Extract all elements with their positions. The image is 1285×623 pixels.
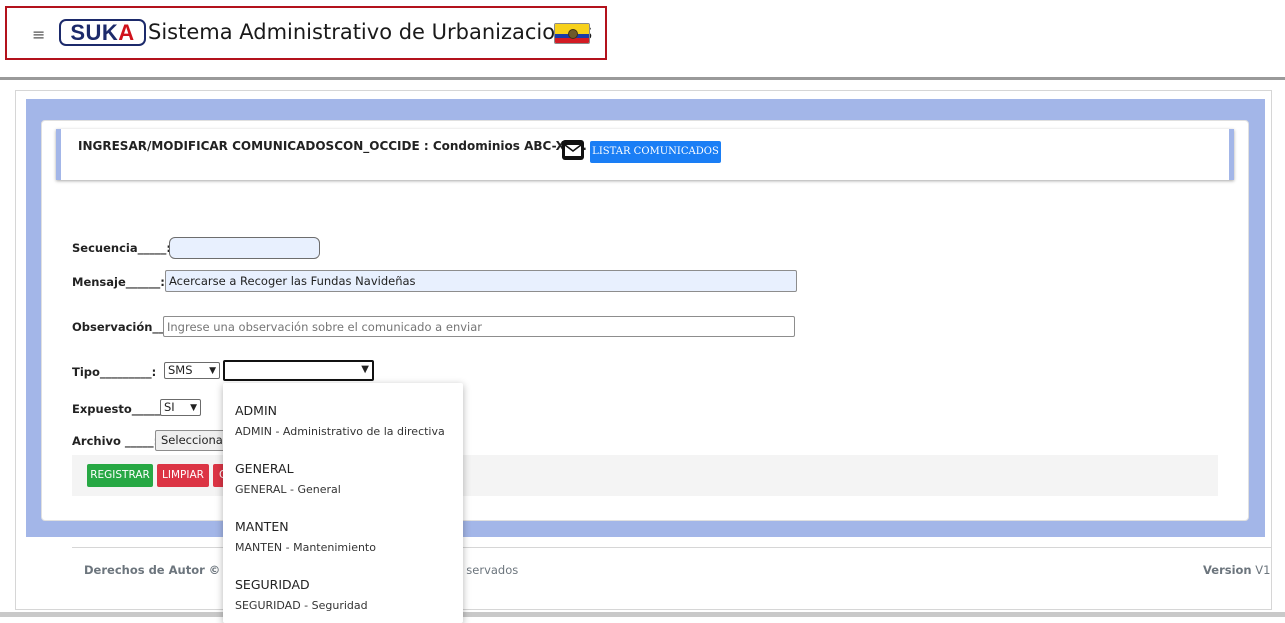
ecuador-flag-icon	[554, 23, 590, 44]
categoria-dropdown-list: ADMIN ADMIN - Administrativo de la direc…	[223, 383, 463, 623]
option-code: ADMIN	[235, 403, 277, 418]
option-desc: GENERAL - General	[235, 483, 341, 496]
option-desc: MANTEN - Mantenimiento	[235, 541, 376, 554]
secuencia-label: Secuencia_____:	[72, 241, 171, 255]
app-title: Sistema Administrativo de Urbanizaciones	[148, 20, 593, 44]
card-heading: INGRESAR/MODIFICAR COMUNICADOSCON_OCCIDE…	[78, 139, 587, 153]
version-label: Version	[1203, 563, 1252, 577]
dropdown-option-general[interactable]: GENERAL GENERAL - General	[235, 461, 341, 496]
list-comunicados-button[interactable]: LISTAR COMUNICADOS	[590, 141, 721, 163]
expuesto-label: Expuesto_____:	[72, 402, 166, 416]
chevron-down-icon: ▼	[361, 364, 369, 375]
archivo-label: Archivo _____:	[72, 434, 159, 448]
categoria-select[interactable]: ▼	[223, 360, 374, 381]
tipo-selected-value: SMS	[168, 363, 193, 377]
version-value: V1	[1255, 563, 1271, 577]
chevron-down-icon: ▼	[209, 366, 216, 376]
file-select-button[interactable]: Seleccionar archivo	[155, 430, 230, 451]
version-text: Version V1	[1203, 563, 1270, 577]
app-header: ≡ SUKA Sistema Administrativo de Urbaniz…	[0, 0, 1285, 78]
chevron-down-icon: ▼	[190, 403, 197, 413]
page-bottom-border	[0, 612, 1285, 617]
dropdown-option-seguridad[interactable]: SEGURIDAD SEGURIDAD - Seguridad	[235, 577, 368, 612]
expuesto-select[interactable]: SI ▼	[160, 399, 201, 416]
registrar-button[interactable]: REGISTRAR	[87, 464, 153, 487]
expuesto-selected-value: SI	[164, 400, 175, 414]
hamburger-icon[interactable]: ≡	[32, 27, 45, 43]
option-desc: SEGURIDAD - Seguridad	[235, 599, 368, 612]
option-code: SEGURIDAD	[235, 577, 310, 592]
option-desc: ADMIN - Administrativo de la directiva	[235, 425, 445, 438]
dropdown-option-admin[interactable]: ADMIN ADMIN - Administrativo de la direc…	[235, 403, 445, 438]
limpiar-button[interactable]: LIMPIAR	[157, 464, 209, 487]
observacion-label: Observación__:	[72, 320, 169, 334]
tipo-label: Tipo_________:	[72, 365, 157, 379]
mensaje-input[interactable]	[165, 270, 797, 292]
copyright-rest: servados	[466, 563, 519, 577]
option-code: GENERAL	[235, 461, 294, 476]
observacion-input[interactable]	[163, 316, 795, 337]
suka-logo: SUKA	[59, 19, 146, 46]
option-code: MANTEN	[235, 519, 289, 534]
dropdown-option-manten[interactable]: MANTEN MANTEN - Mantenimiento	[235, 519, 376, 554]
header-divider	[0, 77, 1285, 80]
brand-box: ≡ SUKA Sistema Administrativo de Urbaniz…	[5, 6, 607, 60]
mensaje-label: Mensaje______:	[72, 275, 165, 289]
logo-text: SUKA	[70, 20, 135, 45]
secuencia-input[interactable]	[169, 237, 320, 259]
tipo-select[interactable]: SMS ▼	[164, 362, 220, 379]
envelope-icon[interactable]	[562, 140, 584, 160]
